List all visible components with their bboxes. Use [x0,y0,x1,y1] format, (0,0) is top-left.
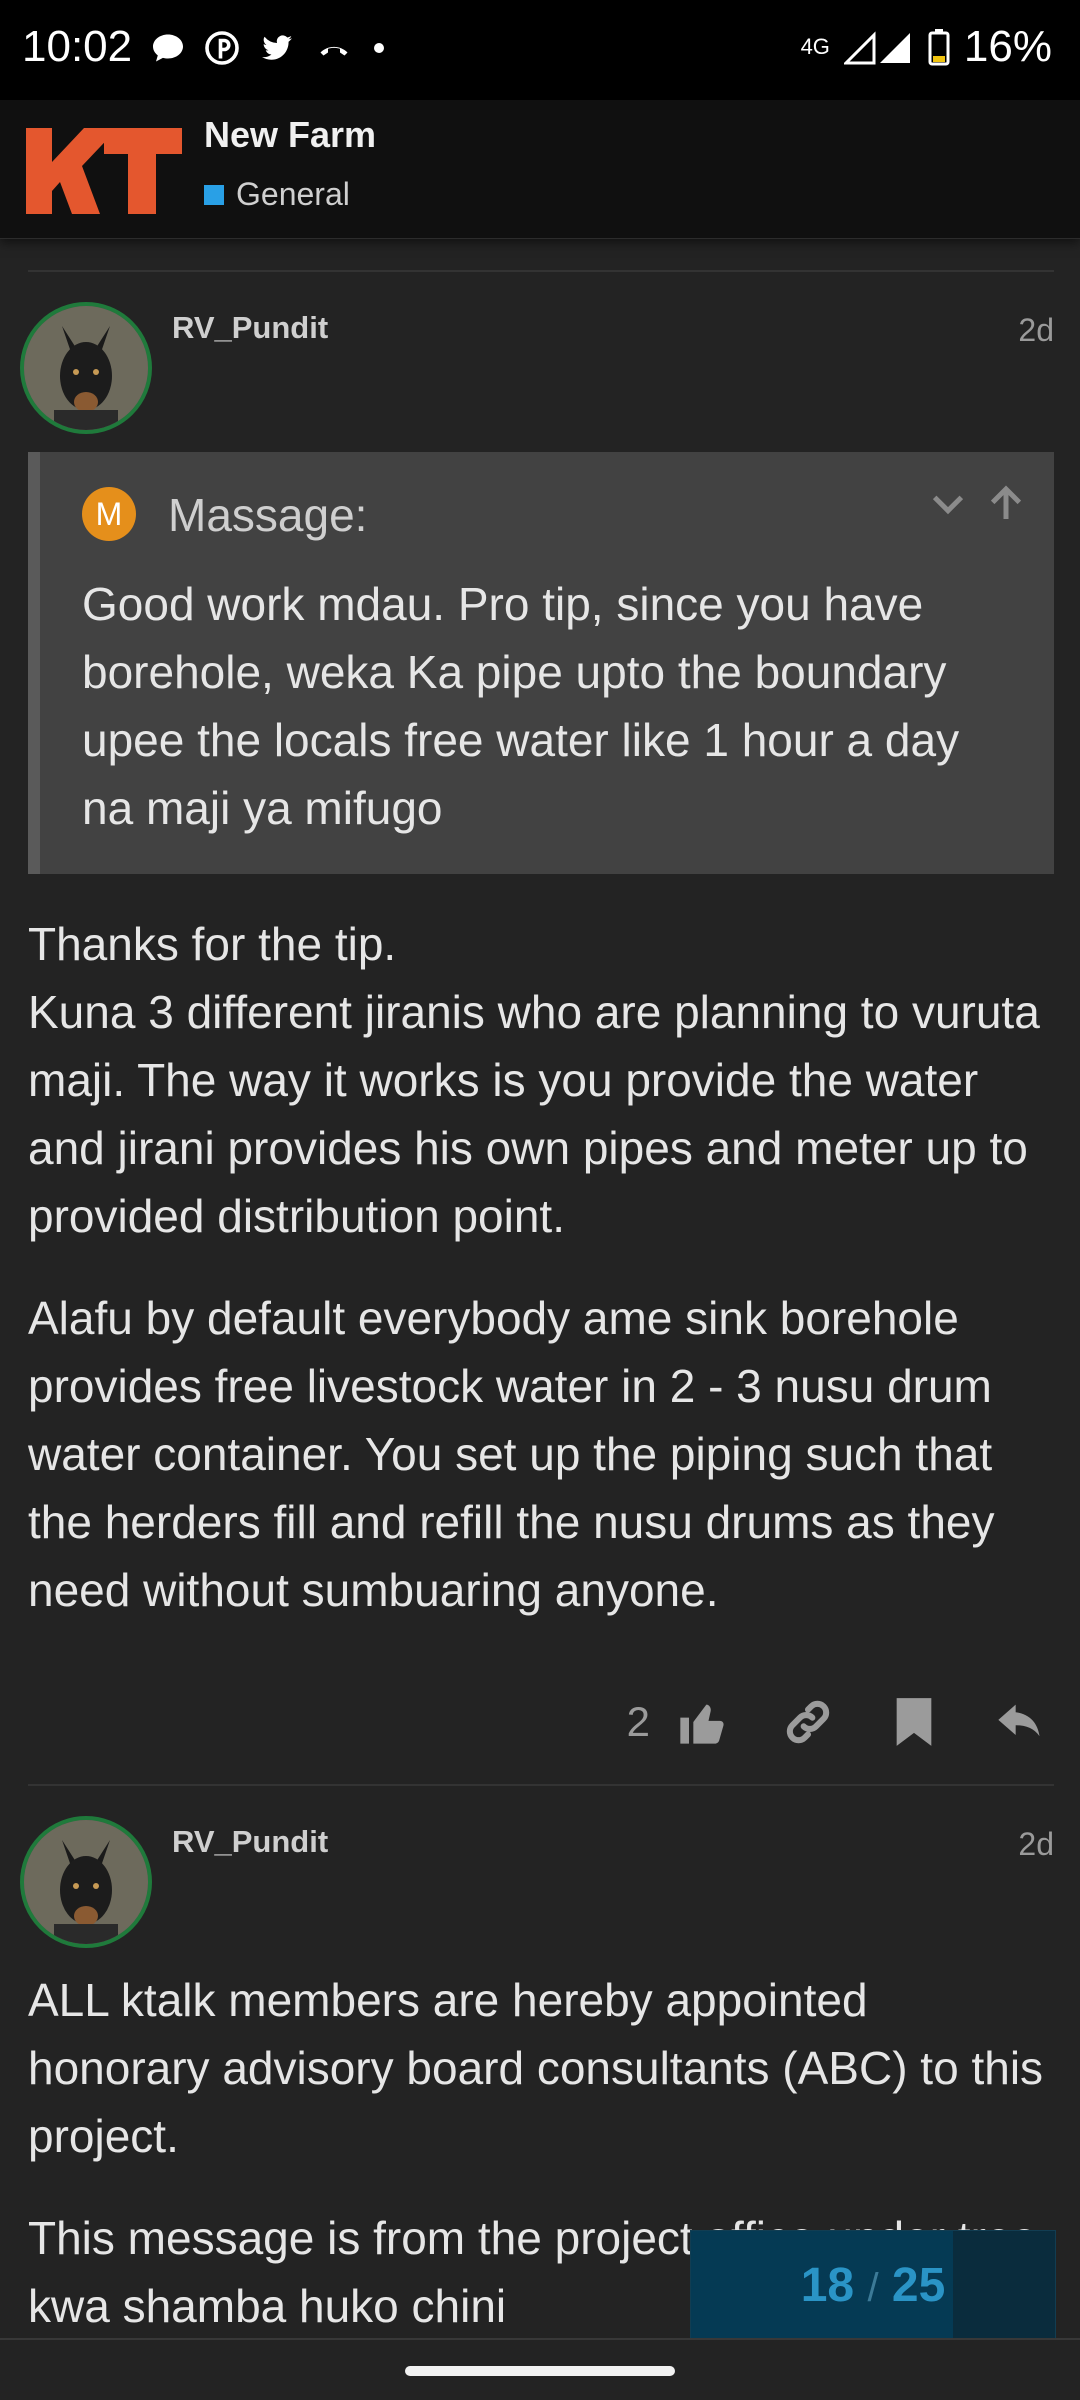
topic-header: New Farm General [0,100,1080,239]
pinterest-icon [205,31,239,65]
topic-progress[interactable]: 18 / 25 [690,2230,1056,2342]
avatar[interactable] [20,302,152,434]
chat-bubble-icon [153,34,183,62]
battery-icon [928,29,950,66]
missed-call-icon [320,46,348,56]
progress-label: 18 / 25 [691,2231,1055,2341]
post-actions: 2 [627,1690,1052,1754]
reply-icon [998,1704,1040,1737]
arrow-up-icon[interactable] [986,484,1026,524]
quote-text: Good work mdau. Pro tip, since you have … [82,578,960,834]
system-indicators: 4G 16% [801,22,1052,72]
dot-icon [374,43,384,53]
bookmark-button[interactable] [882,1690,946,1754]
quote-block: M Massage: Good work mdau. Pro tip, sinc… [28,452,1054,874]
doberman-avatar-image [24,306,148,430]
twitter-icon [262,35,292,60]
progress-separator: / [867,2266,879,2310]
network-type: 4G [800,34,830,59]
avatar[interactable] [20,1816,152,1948]
copy-link-button[interactable] [776,1690,840,1754]
progress-total: 25 [891,2259,946,2312]
status-bar: 10:02 4G 16% [0,0,1080,100]
bookmark-icon [896,1698,932,1746]
signal-icon [843,31,910,65]
chevron-down-icon[interactable] [928,484,968,524]
category-badge[interactable]: General [204,176,350,213]
like-button[interactable] [670,1690,734,1754]
category-name: General [236,176,350,212]
post-paragraph: ALL ktalk members are hereby appointed h… [28,1974,1044,2162]
reply-button[interactable] [988,1690,1052,1754]
clock: 10:02 [22,22,133,71]
post-paragraph: Alafu by default everybody ame sink bore… [28,1292,995,1616]
thumbs-up-icon [680,1704,724,1744]
battery-percent: 16% [963,22,1052,71]
post-divider [28,1784,1054,1786]
progress-current: 18 [800,2259,855,2312]
quote-avatar: M [82,487,136,541]
topic-title[interactable]: New Farm [204,114,376,156]
post-username[interactable]: RV_Pundit [172,310,328,346]
link-icon [786,1700,830,1744]
notification-icons [150,30,386,66]
post-date[interactable]: 2d [1018,1826,1054,1863]
post-body: Thanks for the tip. Kuna 3 different jir… [28,910,1054,1624]
doberman-avatar-image [24,1820,148,1944]
post-username[interactable]: RV_Pundit [172,1824,328,1860]
post-date[interactable]: 2d [1018,312,1054,349]
quote-username: Massage: [168,489,368,541]
quote-controls [928,484,1026,524]
like-count[interactable]: 2 [627,1698,650,1746]
home-handle[interactable] [405,2366,675,2376]
post-divider [28,270,1054,272]
gesture-nav-bar [0,2340,1080,2400]
kt-logo-icon [26,128,182,214]
site-logo[interactable] [26,128,182,219]
post-paragraph: Thanks for the tip. Kuna 3 different jir… [28,918,1040,1242]
category-color-square [204,184,224,205]
